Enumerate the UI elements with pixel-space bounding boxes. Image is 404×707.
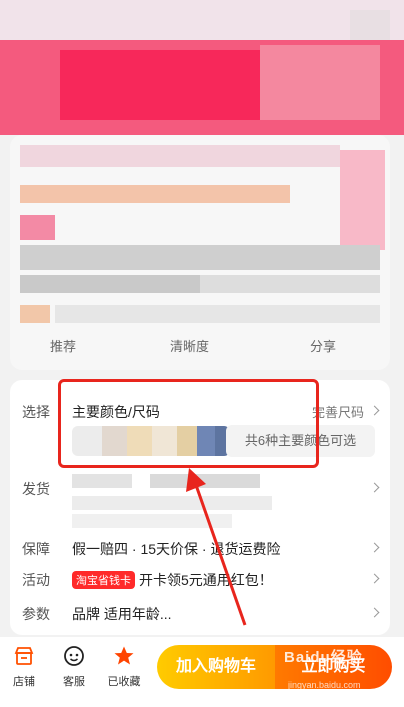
service-icon — [64, 646, 84, 666]
arrow-annotation — [186, 468, 247, 626]
shop-tab[interactable]: 店铺 — [2, 645, 46, 689]
baidu-watermark: Baidu经验 — [284, 649, 363, 666]
favorite-tab[interactable]: 已收藏 — [102, 645, 146, 689]
star-icon — [114, 646, 134, 665]
add-to-cart-button[interactable]: 加入购物车 — [157, 645, 275, 689]
shop-icon — [14, 647, 34, 665]
favorited-label: 已收藏 — [107, 676, 141, 688]
watermark-url: jingyan.baidu.com — [288, 680, 361, 690]
shop-label: 店铺 — [13, 676, 35, 688]
service-tab[interactable]: 客服 — [52, 645, 96, 689]
service-label: 客服 — [63, 676, 85, 688]
